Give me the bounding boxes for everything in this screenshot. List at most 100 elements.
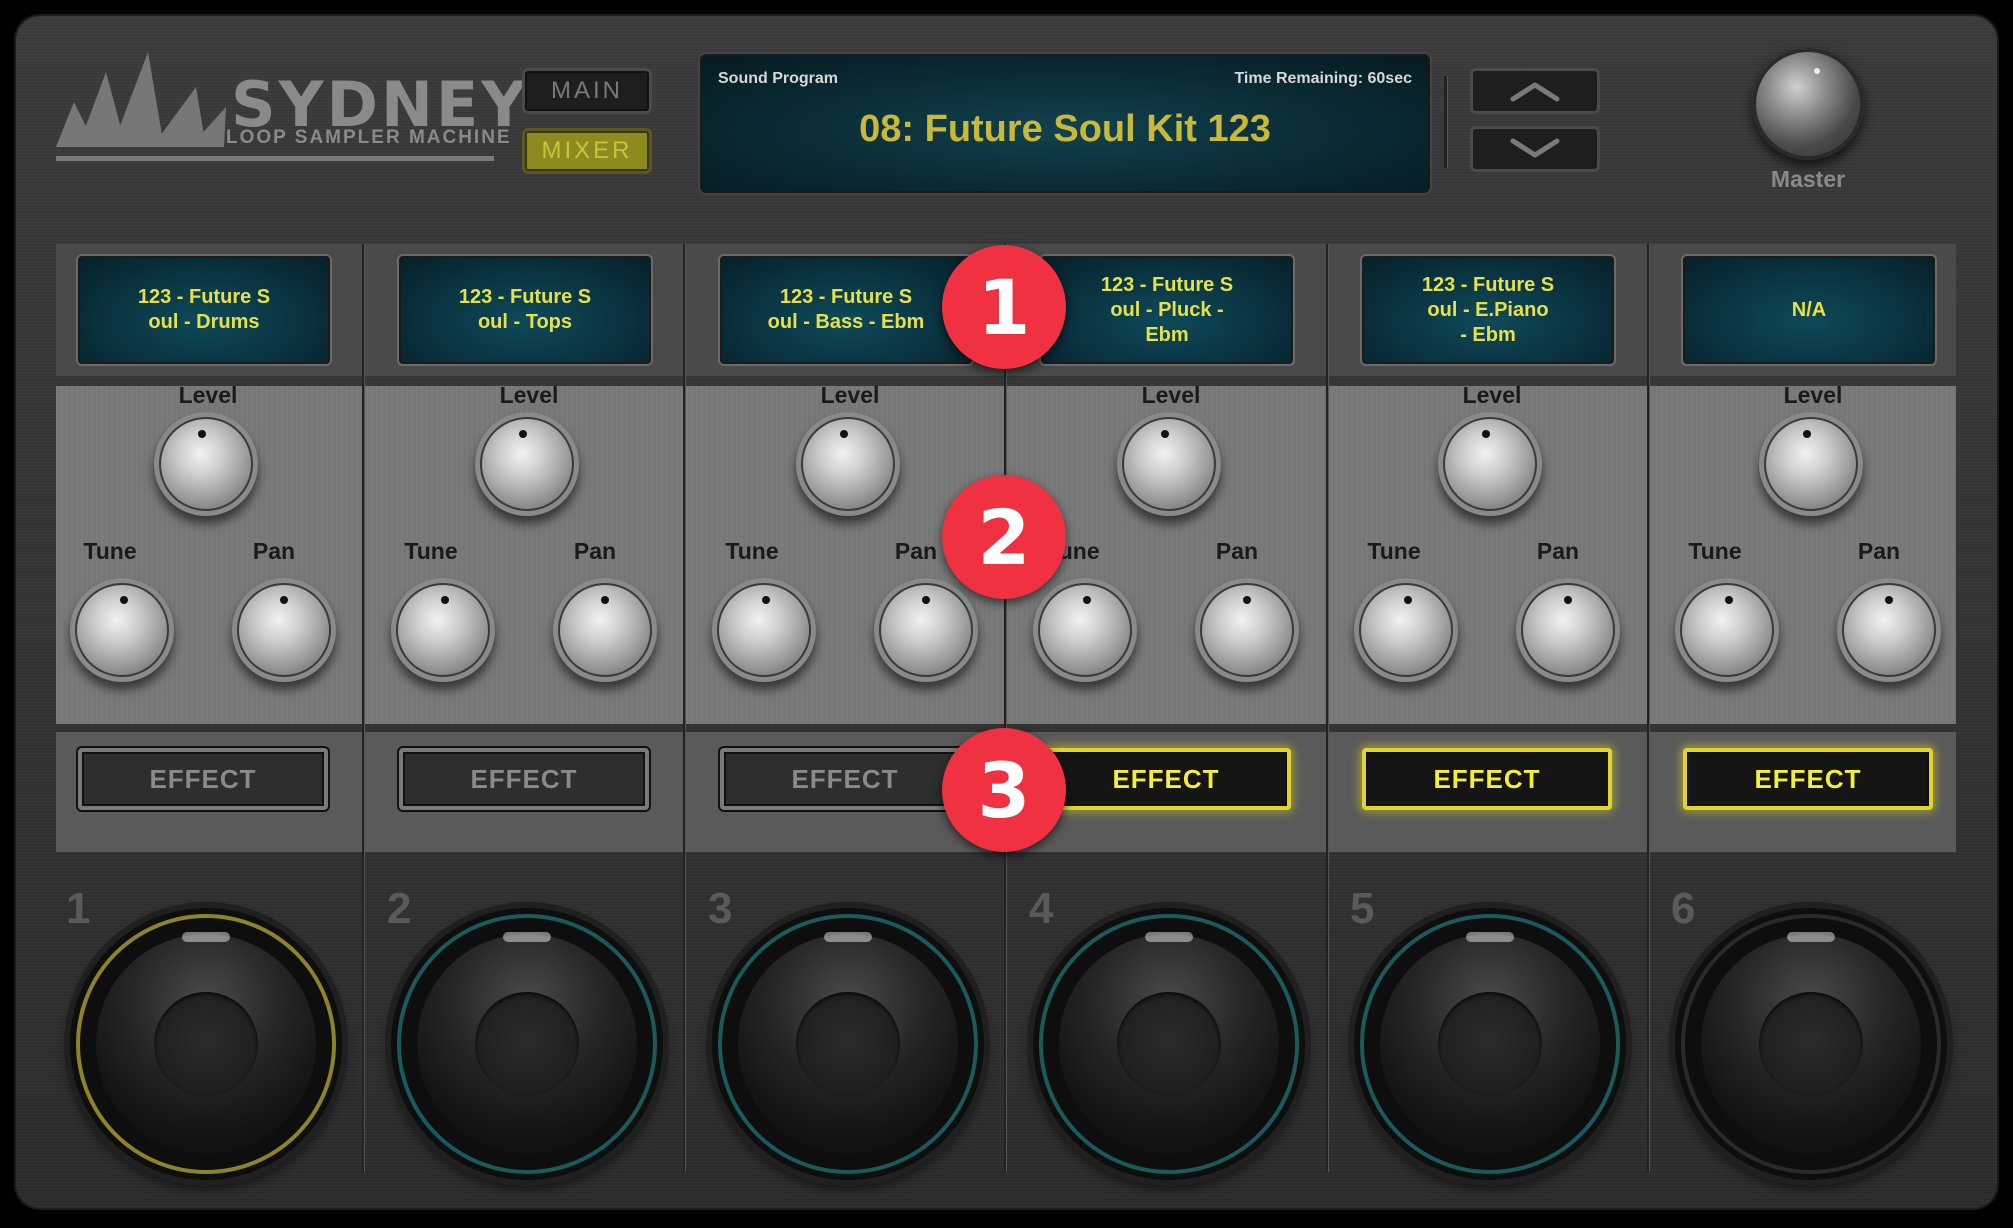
knob-indicator bbox=[198, 430, 206, 438]
pad-number: 2 bbox=[387, 884, 412, 933]
knob-indicator bbox=[441, 596, 449, 604]
sample-display[interactable]: 123 - Future S oul - Tops bbox=[399, 256, 651, 364]
level-label: Level bbox=[1783, 382, 1843, 408]
pad-center bbox=[1117, 992, 1221, 1096]
tune-knob[interactable] bbox=[1033, 578, 1137, 682]
sample-display[interactable]: N/A bbox=[1683, 256, 1935, 364]
sample-display[interactable]: 123 - Future S oul - Drums bbox=[78, 256, 330, 364]
sample-display[interactable]: 123 - Future S oul - Bass - Ebm bbox=[720, 256, 972, 364]
effect-button[interactable]: EFFECT bbox=[1362, 748, 1612, 810]
sample-name-line: 123 - Future S bbox=[137, 286, 271, 308]
sound-program-label: Sound Program bbox=[718, 70, 839, 87]
effect-button[interactable]: EFFECT bbox=[1041, 748, 1291, 810]
level-knob[interactable] bbox=[475, 412, 579, 516]
pan-label: Pan bbox=[1215, 538, 1259, 564]
knob-indicator bbox=[762, 596, 770, 604]
time-remaining-label: Time Remaining: 60sec bbox=[1234, 70, 1412, 87]
opera-house-logo-icon bbox=[56, 52, 226, 147]
pad-center bbox=[796, 992, 900, 1096]
pad-highlight bbox=[1787, 932, 1835, 942]
program-down-button[interactable] bbox=[1470, 126, 1600, 172]
tune-label: Tune bbox=[725, 538, 779, 564]
program-up-button[interactable] bbox=[1470, 68, 1600, 114]
knob-indicator bbox=[1083, 596, 1091, 604]
trigger-pad[interactable] bbox=[1675, 908, 1947, 1180]
pan-knob[interactable] bbox=[874, 578, 978, 682]
knob-indicator bbox=[1814, 68, 1820, 74]
app-logo: SYDNEY LOOP SAMPLER MACHINE bbox=[56, 52, 526, 162]
pan-label: Pan bbox=[1536, 538, 1580, 564]
pad-center bbox=[1759, 992, 1863, 1096]
channel-strip-3: 123 - Future Soul - Bass - Ebm Level Tune P… bbox=[698, 244, 1018, 1180]
level-knob[interactable] bbox=[154, 412, 258, 516]
knob-indicator bbox=[1564, 596, 1572, 604]
callout-1: 1 bbox=[942, 245, 1066, 369]
effect-button[interactable]: EFFECT bbox=[720, 748, 970, 810]
channel-strip-2: 123 - Future S oul - Tops Level Tune Pan EFFE… bbox=[377, 244, 697, 1180]
pan-knob[interactable] bbox=[553, 578, 657, 682]
effect-slot: EFFECT bbox=[56, 732, 376, 852]
knob-indicator bbox=[1803, 430, 1811, 438]
trigger-pad[interactable] bbox=[712, 908, 984, 1180]
callout-2: 2 bbox=[942, 475, 1066, 599]
knob-indicator bbox=[1482, 430, 1490, 438]
trigger-pad[interactable] bbox=[391, 908, 663, 1180]
level-knob[interactable] bbox=[1438, 412, 1542, 516]
master-knob[interactable] bbox=[1752, 48, 1864, 160]
knob-indicator bbox=[1725, 596, 1733, 604]
sample-display[interactable]: 123 - Future Soul - E.Piano - Ebm bbox=[1362, 256, 1614, 364]
level-knob[interactable] bbox=[1117, 412, 1221, 516]
tune-knob[interactable] bbox=[391, 578, 495, 682]
level-label: Level bbox=[178, 382, 238, 408]
level-label: Level bbox=[1462, 382, 1522, 408]
knob-indicator bbox=[601, 596, 609, 604]
sample-name-line: Ebm bbox=[1145, 323, 1189, 346]
chevron-up-icon bbox=[1510, 82, 1560, 102]
channel-strip-5: 123 - Future Soul - E.Piano - Ebm Level Tun… bbox=[1340, 244, 1660, 1180]
tune-knob[interactable] bbox=[712, 578, 816, 682]
main-button[interactable]: MAIN bbox=[522, 68, 652, 114]
pad-number: 5 bbox=[1350, 884, 1375, 933]
trigger-pad[interactable] bbox=[1033, 908, 1305, 1180]
program-display: Sound Program Time Remaining: 60sec 08: … bbox=[700, 54, 1430, 193]
effect-button[interactable]: EFFECT bbox=[78, 748, 328, 810]
effect-slot: EFFECT bbox=[377, 732, 697, 852]
tune-knob[interactable] bbox=[1354, 578, 1458, 682]
trigger-pad[interactable] bbox=[1354, 908, 1626, 1180]
level-knob[interactable] bbox=[796, 412, 900, 516]
tune-label: Tune bbox=[83, 538, 137, 564]
effect-button[interactable]: EFFECT bbox=[399, 748, 649, 810]
pad-center bbox=[475, 992, 579, 1096]
effect-slot: EFFECT bbox=[1019, 732, 1339, 852]
knob-indicator bbox=[280, 596, 288, 604]
pad-highlight bbox=[503, 932, 551, 942]
pan-knob[interactable] bbox=[1195, 578, 1299, 682]
master-label: Master bbox=[1770, 166, 1846, 192]
channel-strip-4: 123 - Future Soul - Pluck - Ebm Level Tune P… bbox=[1019, 244, 1339, 1180]
sample-name-line: oul - Bass - Ebm bbox=[767, 311, 925, 333]
level-knob[interactable] bbox=[1759, 412, 1863, 516]
pad-highlight bbox=[1145, 932, 1193, 942]
sample-name-line: 123 - Future S bbox=[1421, 273, 1555, 296]
effect-slot: EFFECT bbox=[1340, 732, 1660, 852]
sample-name-line: N/A bbox=[1791, 298, 1827, 321]
sample-name-line: oul - Tops bbox=[477, 311, 573, 333]
pan-knob[interactable] bbox=[1837, 578, 1941, 682]
tune-knob[interactable] bbox=[1675, 578, 1779, 682]
channel-strip-1: 123 - Future S oul - Drums Level Tune Pan EFF… bbox=[56, 244, 376, 1180]
pad-center bbox=[1438, 992, 1542, 1096]
tune-knob[interactable] bbox=[70, 578, 174, 682]
sample-display[interactable]: 123 - Future Soul - Pluck - Ebm bbox=[1041, 256, 1293, 364]
effect-button[interactable]: EFFECT bbox=[1683, 748, 1933, 810]
knob-indicator bbox=[120, 596, 128, 604]
pan-label: Pan bbox=[573, 538, 617, 564]
tune-label: Tune bbox=[1367, 538, 1421, 564]
chevron-down-icon bbox=[1510, 138, 1560, 158]
sample-name-line: 123 - Future S bbox=[779, 286, 913, 308]
mixer-button[interactable]: MIXER bbox=[522, 128, 652, 174]
trigger-pad[interactable] bbox=[70, 908, 342, 1180]
channel-strip-6: N/A Level Tune Pan EFFECT 6 bbox=[1661, 244, 1981, 1180]
sample-name-line: oul - Pluck - bbox=[1110, 298, 1224, 321]
pan-knob[interactable] bbox=[1516, 578, 1620, 682]
pan-knob[interactable] bbox=[232, 578, 336, 682]
